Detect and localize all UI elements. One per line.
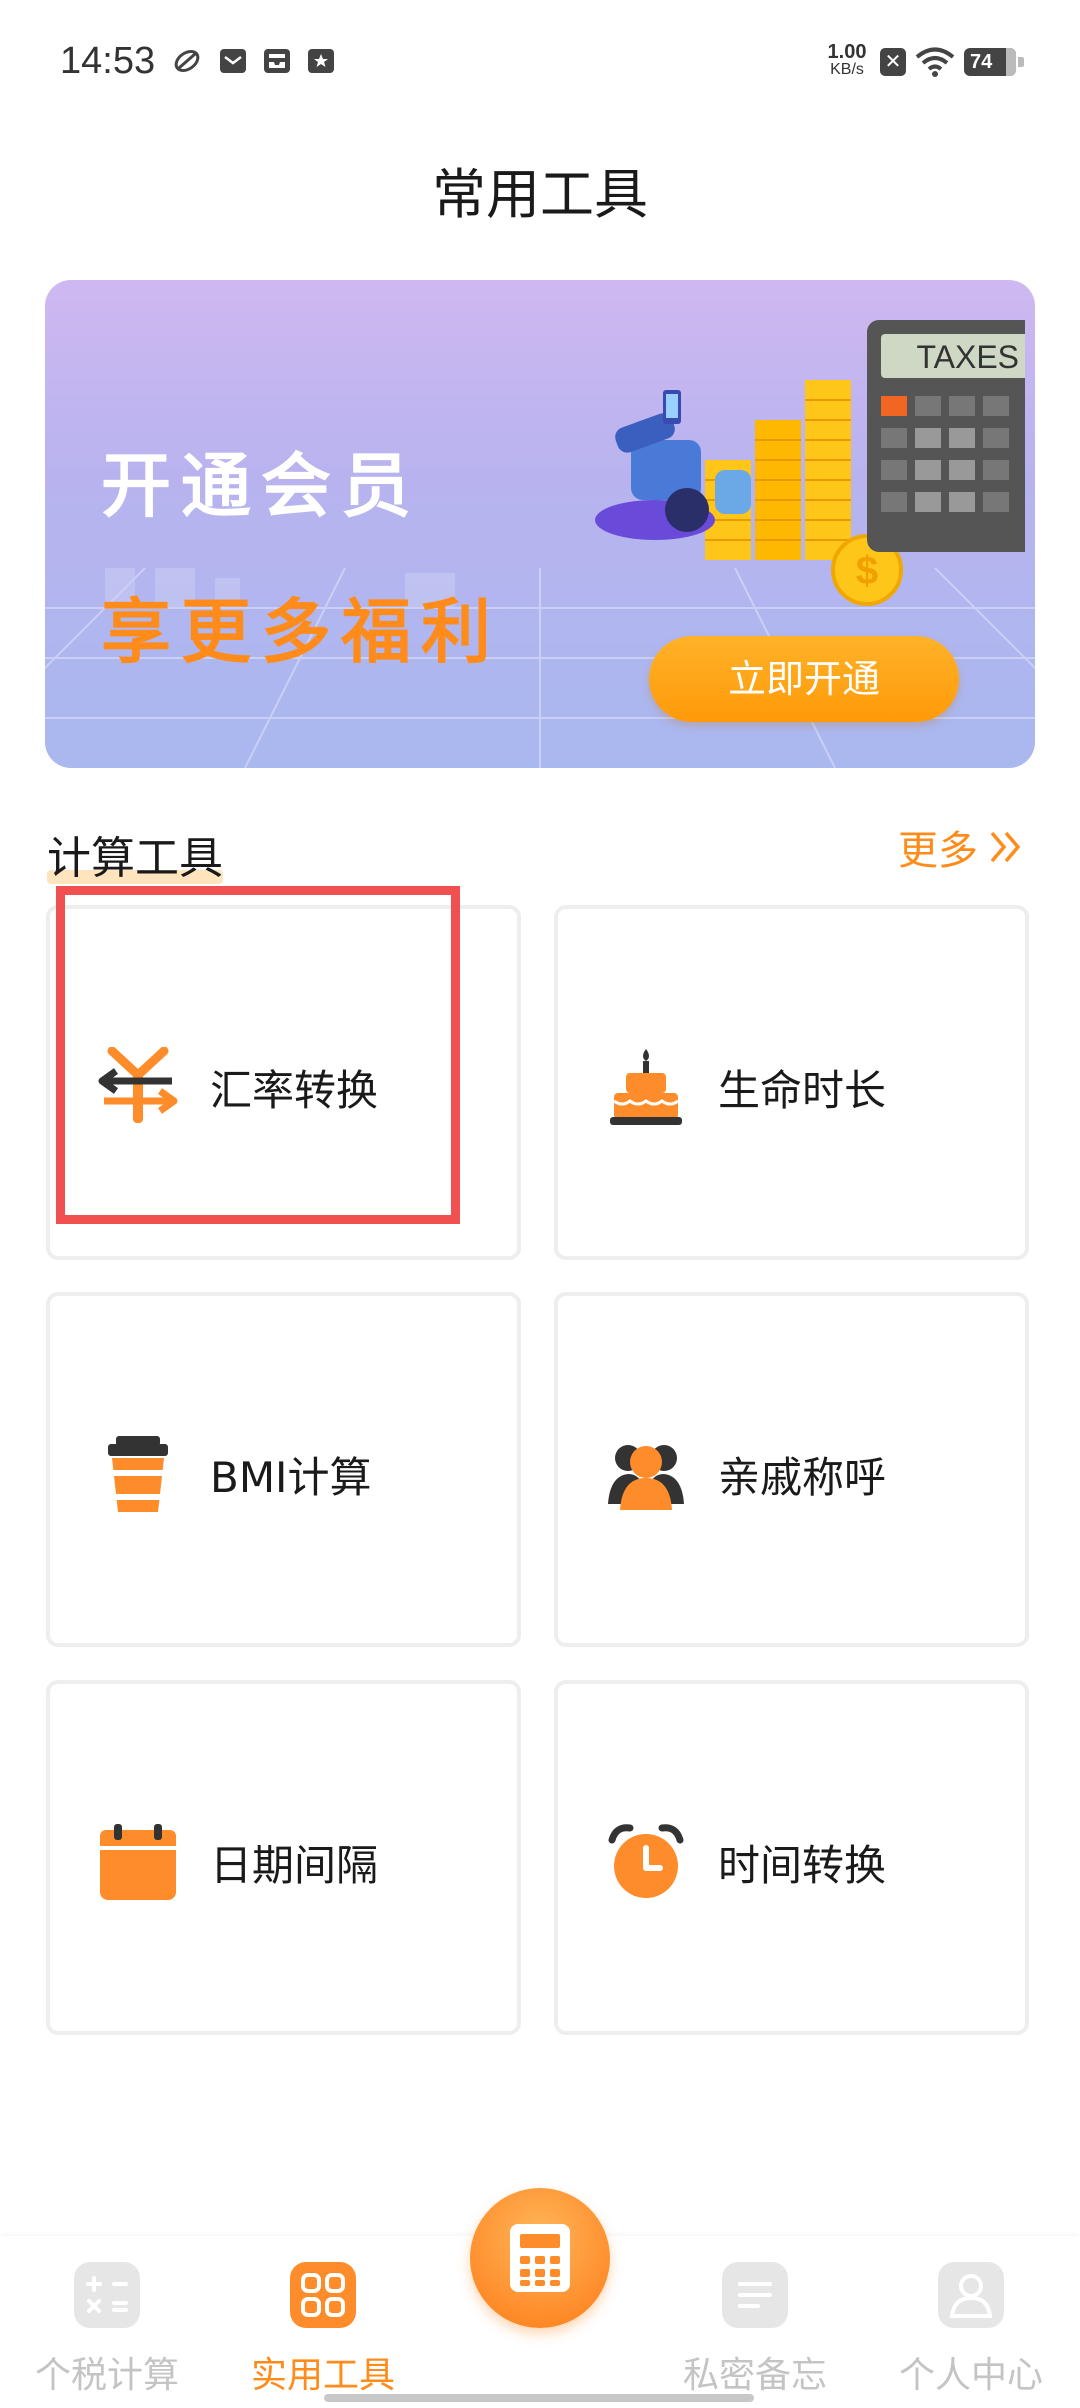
banner-subheadline: 享更多福利 [101, 591, 501, 673]
nav-label: 个人中心 [898, 2355, 1043, 2396]
home-indicator[interactable] [324, 2394, 754, 2402]
double-chevron-right-icon [990, 831, 1021, 863]
memo-icon [722, 2262, 788, 2328]
network-speed: 1.00 KB/s [820, 42, 874, 78]
tool-date-interval[interactable]: 日期间隔 [46, 1680, 521, 2035]
more-link[interactable]: 更多 [898, 818, 1026, 876]
inbox-notification-icon [264, 49, 290, 73]
nav-label: 个税计算 [34, 2355, 179, 2396]
nav-private-memo[interactable]: 私密备忘 [660, 2236, 850, 2396]
nav-label: 实用工具 [250, 2355, 395, 2396]
tax-calc-icon [74, 2262, 140, 2328]
birthday-cake-icon [610, 1049, 682, 1125]
cup-icon [108, 1436, 168, 1512]
tool-currency-exchange[interactable]: 汇率转换 [46, 905, 521, 1260]
no-sim-icon: ✕ [880, 48, 906, 76]
calculator-center-button[interactable] [470, 2188, 610, 2328]
calculator-icon [510, 2224, 570, 2292]
app-notification-icon [174, 49, 200, 73]
battery-icon: 74 [964, 48, 1024, 76]
wifi-icon [915, 47, 955, 77]
nav-profile[interactable]: 个人中心 [876, 2236, 1066, 2396]
calendar-icon [100, 1824, 176, 1900]
tax-calculator-illustration: $ TAXES [595, 320, 1025, 606]
alarm-clock-icon [608, 1824, 684, 1898]
user-icon [938, 2262, 1004, 2328]
tool-label: 日期间隔 [210, 1841, 379, 1890]
tool-time-conversion[interactable]: 时间转换 [554, 1680, 1029, 2035]
svg-text:$: $ [856, 549, 878, 593]
tool-label: 时间转换 [718, 1841, 887, 1890]
tool-label: 亲戚称呼 [718, 1453, 887, 1502]
status-bar: 14:53 1.00 KB/s ✕ 74 [0, 0, 1080, 130]
relatives-icon [608, 1445, 684, 1510]
mail-notification-icon [220, 49, 246, 73]
section-title: 计算工具 [47, 822, 223, 886]
tool-relatives[interactable]: 亲戚称呼 [554, 1292, 1029, 1647]
section-title-text: 计算工具 [47, 833, 223, 884]
nav-tools[interactable]: 实用工具 [228, 2236, 418, 2396]
page-title: 常用工具 [432, 163, 648, 226]
tools-grid-icon [290, 2262, 356, 2328]
more-link-label: 更多 [898, 828, 978, 874]
calculator-display-text: TAXES [916, 339, 1019, 375]
nav-tax-calc[interactable]: 个税计算 [12, 2236, 202, 2396]
tool-life-span[interactable]: 生命时长 [554, 905, 1029, 1260]
currency-exchange-icon [98, 1047, 178, 1123]
tool-label: BMI计算 [210, 1453, 372, 1502]
battery-level: 74 [970, 51, 993, 73]
tool-label: 汇率转换 [210, 1066, 379, 1115]
status-time: 14:53 [60, 40, 156, 82]
activate-membership-button[interactable]: 立即开通 [649, 636, 959, 722]
star-notification-icon [308, 49, 334, 73]
network-speed-unit: KB/s [830, 61, 864, 78]
nav-label: 私密备忘 [682, 2355, 827, 2396]
network-speed-value: 1.00 [827, 41, 867, 63]
tool-bmi[interactable]: BMI计算 [46, 1292, 521, 1647]
banner-headline: 开通会员 [101, 445, 421, 527]
tool-label: 生命时长 [718, 1066, 887, 1115]
membership-banner[interactable]: 开通会员 享更多福利 $ TAXES 立即开通 [45, 280, 1035, 768]
